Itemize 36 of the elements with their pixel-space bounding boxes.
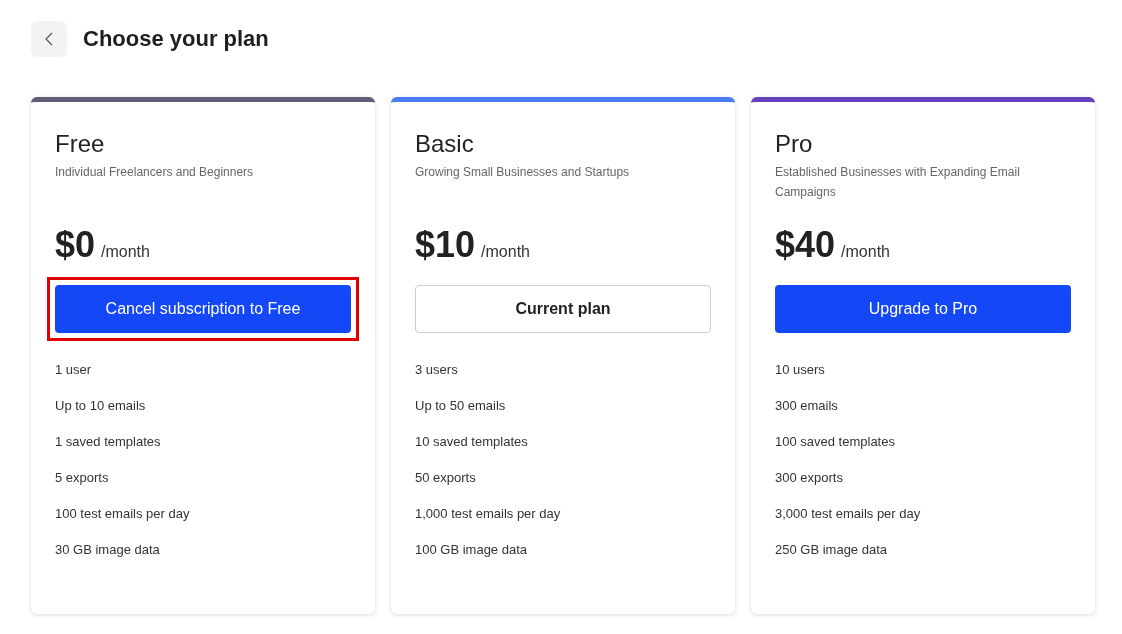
feature-item: 10 saved templates [415, 433, 529, 451]
plan-button[interactable]: Current plan [415, 285, 711, 333]
feature-item: 3,000 test emails per day [775, 505, 922, 523]
feature-item: 3 users [415, 361, 459, 379]
plan-name: Free [55, 129, 106, 159]
feature-item: 300 emails [775, 397, 839, 415]
price-period: /month [841, 243, 890, 261]
price-period: /month [101, 243, 150, 261]
feature-item: 5 exports [55, 469, 110, 487]
feature-item: 100 GB image data [415, 541, 529, 559]
feature-item: 100 saved templates [775, 433, 896, 451]
plan-price: $0 [55, 225, 96, 265]
plan-name: Basic [415, 129, 475, 159]
plan-description: Established Businesses with Expanding Email Campaigns [775, 164, 1021, 201]
back-button[interactable] [31, 21, 67, 57]
feature-item: 30 GB image data [55, 541, 161, 559]
plan-description: Individual Freelancers and Beginners [55, 164, 255, 181]
feature-item: 50 exports [415, 469, 477, 487]
feature-item: Up to 50 emails [415, 397, 507, 415]
feature-item: Up to 10 emails [55, 397, 147, 415]
price-period: /month [481, 243, 530, 261]
feature-item: 10 users [775, 361, 826, 379]
feature-item: 100 test emails per day [55, 505, 191, 523]
plan-button[interactable]: Upgrade to Pro [775, 285, 1071, 333]
feature-item: 1 saved templates [55, 433, 162, 451]
chevron-left-icon [45, 32, 53, 46]
plan-button[interactable]: Cancel subscription to Free [55, 285, 351, 333]
feature-item: 300 exports [775, 469, 844, 487]
plan-price: $40 [775, 225, 836, 265]
plan-description: Growing Small Businesses and Startups [415, 164, 631, 181]
feature-item: 250 GB image data [775, 541, 889, 559]
plan-name: Pro [775, 129, 814, 159]
page-title: Choose your plan [83, 26, 269, 52]
feature-item: 1,000 test emails per day [415, 505, 562, 523]
feature-item: 1 user [55, 361, 93, 379]
plan-price: $10 [415, 225, 476, 265]
